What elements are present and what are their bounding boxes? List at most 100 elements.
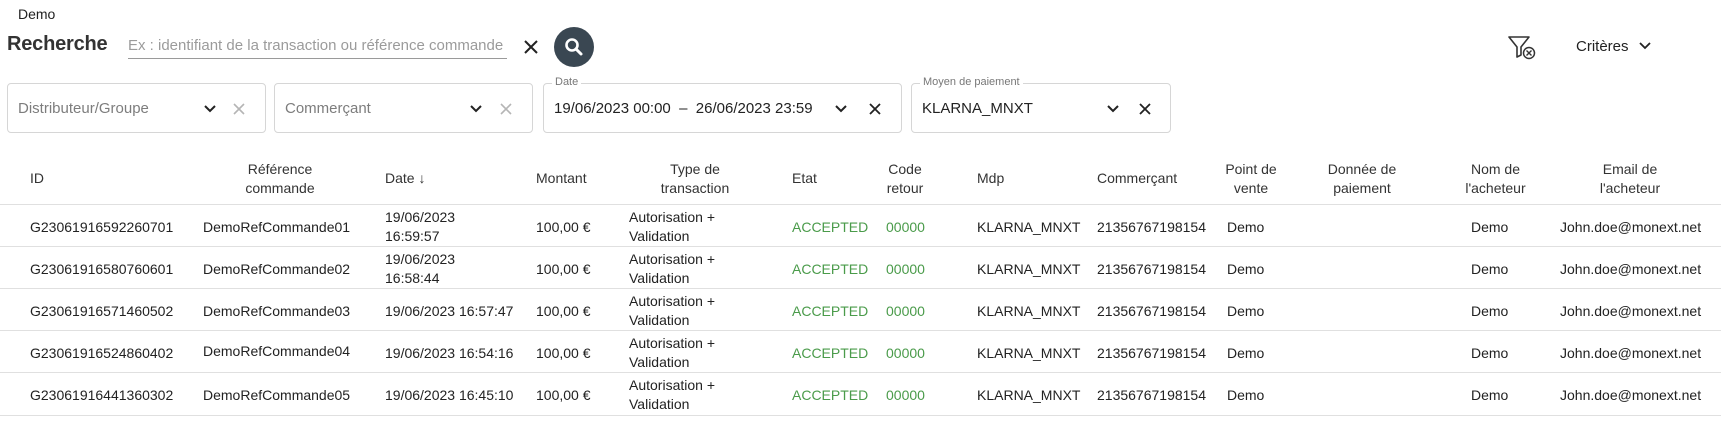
date-range-value: 19/06/2023 00:00 – 26/06/2023 23:59 xyxy=(554,100,813,117)
clear-date-icon[interactable] xyxy=(868,102,882,116)
cell-ref: DemoRefCommande05 xyxy=(203,387,351,403)
cell-amount: 100,00 € xyxy=(536,303,591,319)
clear-payment-icon[interactable] xyxy=(1138,102,1152,116)
cell-amount: 100,00 € xyxy=(536,387,591,403)
col-id[interactable]: ID xyxy=(30,169,44,188)
col-state[interactable]: Etat xyxy=(792,169,817,188)
cell-id: G23061916571460502 xyxy=(30,303,174,319)
cell-state: ACCEPTED xyxy=(792,261,869,277)
payment-label: Moyen de paiement xyxy=(920,76,1023,88)
search-input[interactable] xyxy=(128,32,507,59)
cell-buyer: Demo xyxy=(1471,261,1509,277)
col-email[interactable]: Email de l'acheteur xyxy=(1590,160,1670,198)
cell-id: G23061916441360302 xyxy=(30,387,174,403)
col-buyer[interactable]: Nom de l'acheteur xyxy=(1458,160,1533,198)
table-row[interactable]: G23061916441360302 DemoRefCommande05 19/… xyxy=(0,372,1721,416)
cell-type-line2: Validation xyxy=(629,228,690,244)
cell-type-line2: Validation xyxy=(629,270,690,286)
criteria-label: Critères xyxy=(1576,37,1629,55)
cell-date: 19/06/2023 16:45:10 xyxy=(385,387,514,403)
cell-merchant: 21356767198154 xyxy=(1097,387,1207,403)
cell-pos: Demo xyxy=(1227,261,1265,277)
cell-mdp: KLARNA_MNXT xyxy=(977,345,1081,361)
cell-type-line1: Autorisation + xyxy=(629,251,715,267)
cell-merchant: 21356767198154 xyxy=(1097,219,1207,235)
cell-date-line2: 16:59:57 xyxy=(385,228,440,244)
cell-buyer: Demo xyxy=(1471,345,1509,361)
cell-pos: Demo xyxy=(1227,303,1265,319)
clear-distributor-icon[interactable] xyxy=(232,102,246,116)
filter-clear-icon[interactable] xyxy=(1507,33,1537,61)
cell-buyer: Demo xyxy=(1471,303,1509,319)
cell-ref: DemoRefCommande03 xyxy=(203,303,351,319)
cell-code: 00000 xyxy=(886,219,925,235)
cell-buyer: Demo xyxy=(1471,387,1509,403)
chevron-down-icon[interactable] xyxy=(834,104,848,114)
cell-state: ACCEPTED xyxy=(792,219,869,235)
date-range-select[interactable]: Date 19/06/2023 00:00 – 26/06/2023 23:59 xyxy=(543,76,902,133)
cell-code: 00000 xyxy=(886,261,925,277)
chevron-down-icon xyxy=(1638,42,1651,50)
cell-merchant: 21356767198154 xyxy=(1097,303,1207,319)
payment-value: KLARNA_MNXT xyxy=(922,100,1033,117)
search-button[interactable] xyxy=(554,27,594,67)
app-title: Demo xyxy=(18,6,56,22)
distributor-select[interactable]: Distributeur/Groupe xyxy=(7,83,266,133)
search-icon xyxy=(565,38,583,56)
col-date[interactable]: Date ↓ xyxy=(385,169,425,188)
cell-amount: 100,00 € xyxy=(536,261,591,277)
cell-id: G23061916580760601 xyxy=(30,261,174,277)
cell-email: John.doe@monext.net xyxy=(1560,303,1702,319)
cell-type-line2: Validation xyxy=(629,354,690,370)
distributor-placeholder: Distributeur/Groupe xyxy=(18,100,149,117)
cell-ref: DemoRefCommande02 xyxy=(203,261,351,277)
payment-method-select[interactable]: Moyen de paiement KLARNA_MNXT xyxy=(911,76,1171,133)
cell-pos: Demo xyxy=(1227,387,1265,403)
cell-code: 00000 xyxy=(886,303,925,319)
cell-mdp: KLARNA_MNXT xyxy=(977,387,1081,403)
cell-date-line2: 16:58:44 xyxy=(385,270,440,286)
chevron-down-icon[interactable] xyxy=(469,104,483,114)
cell-date-line1: 19/06/2023 xyxy=(385,209,456,225)
cell-state: ACCEPTED xyxy=(792,387,869,403)
chevron-down-icon[interactable] xyxy=(203,104,217,114)
cell-id: G23061916592260701 xyxy=(30,219,174,235)
cell-ref: DemoRefCommande04 xyxy=(203,343,351,359)
cell-state: ACCEPTED xyxy=(792,345,869,361)
col-amount[interactable]: Montant xyxy=(536,169,587,188)
table-row[interactable]: G23061916592260701 DemoRefCommande01 19/… xyxy=(0,204,1721,247)
merchant-select[interactable]: Commerçant xyxy=(274,83,533,133)
cell-email: John.doe@monext.net xyxy=(1560,261,1702,277)
col-paydata[interactable]: Donnée de paiement xyxy=(1322,160,1402,198)
cell-type-line1: Autorisation + xyxy=(629,209,715,225)
cell-pos: Demo xyxy=(1227,345,1265,361)
cell-code: 00000 xyxy=(886,345,925,361)
col-type[interactable]: Type de transaction xyxy=(640,160,750,198)
cell-amount: 100,00 € xyxy=(536,219,591,235)
cell-type-line1: Autorisation + xyxy=(629,335,715,351)
cell-date: 19/06/2023 16:54:16 xyxy=(385,345,514,361)
criteria-button[interactable]: Critères xyxy=(1576,34,1651,58)
table-row[interactable]: G23061916524860402 DemoRefCommande04 19/… xyxy=(0,330,1721,373)
cell-email: John.doe@monext.net xyxy=(1560,219,1702,235)
cell-mdp: KLARNA_MNXT xyxy=(977,261,1081,277)
cell-state: ACCEPTED xyxy=(792,303,869,319)
cell-type-line1: Autorisation + xyxy=(629,293,715,309)
close-icon[interactable] xyxy=(520,36,542,58)
clear-merchant-icon[interactable] xyxy=(499,102,513,116)
col-ref[interactable]: Référence commande xyxy=(220,160,340,198)
col-pos[interactable]: Point de vente xyxy=(1216,160,1286,198)
cell-buyer: Demo xyxy=(1471,219,1509,235)
col-merchant[interactable]: Commerçant xyxy=(1097,169,1177,188)
table-row[interactable]: G23061916571460502 DemoRefCommande03 19/… xyxy=(0,288,1721,331)
col-code[interactable]: Code retour xyxy=(880,160,930,198)
cell-email: John.doe@monext.net xyxy=(1560,387,1702,403)
chevron-down-icon[interactable] xyxy=(1106,104,1120,114)
cell-email: John.doe@monext.net xyxy=(1560,345,1702,361)
table-row[interactable]: G23061916580760601 DemoRefCommande02 19/… xyxy=(0,246,1721,289)
cell-mdp: KLARNA_MNXT xyxy=(977,303,1081,319)
col-mdp[interactable]: Mdp xyxy=(977,169,1004,188)
cell-ref: DemoRefCommande01 xyxy=(203,219,351,235)
cell-pos: Demo xyxy=(1227,219,1265,235)
search-label: Recherche xyxy=(7,33,108,55)
